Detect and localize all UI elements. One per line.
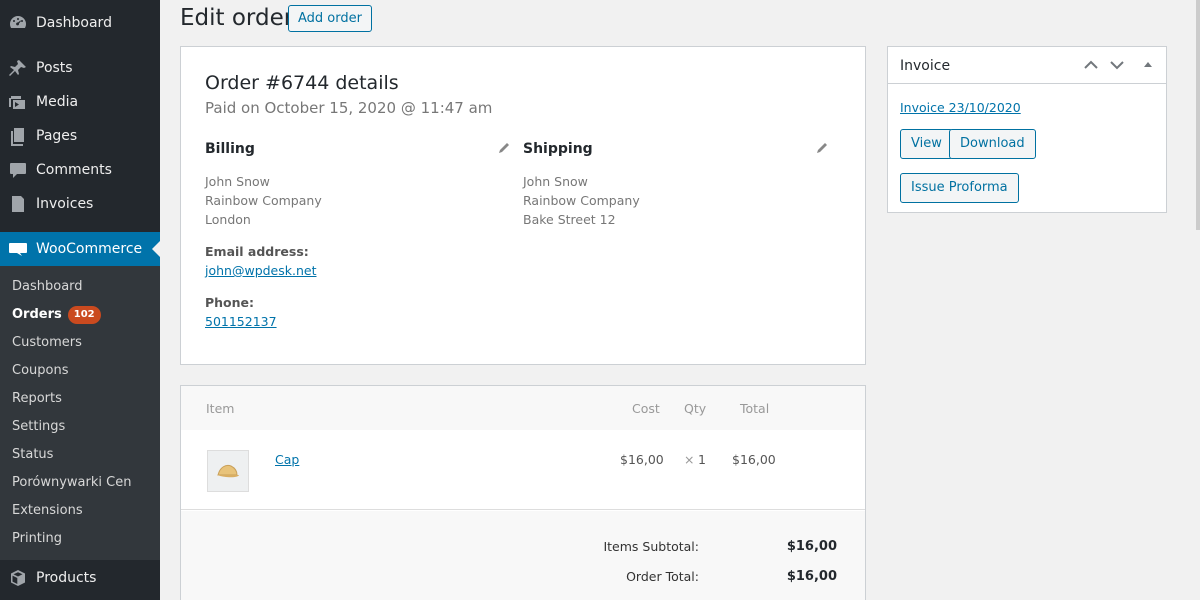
products-icon (0, 568, 36, 588)
submenu-customers[interactable]: Customers (12, 333, 82, 353)
submenu-porownywarki-cen[interactable]: Porównywarki Cen (12, 473, 131, 493)
item-name-link[interactable]: Cap (275, 452, 299, 467)
item-column-header: Item (206, 401, 235, 416)
invoice-metabox: Invoice Invoice 23/10/2020 View Download… (887, 46, 1167, 213)
order-details-panel: Order #6744 details Paid on October 15, … (180, 46, 866, 365)
submenu-dashboard-label: Dashboard (12, 279, 83, 294)
orders-count-badge: 102 (67, 306, 101, 324)
edit-billing-pencil-icon[interactable] (498, 139, 510, 153)
submenu-reports[interactable]: Reports (12, 389, 62, 409)
order-total-value: $16,00 (786, 569, 837, 584)
menu-posts[interactable]: Posts (0, 51, 160, 85)
menu-woocommerce[interactable]: WooCommerce (0, 232, 160, 266)
item-total: $16,00 (732, 452, 776, 467)
page-scrollbar[interactable] (1196, 0, 1200, 230)
order-heading: Order #6744 details (205, 72, 399, 94)
submenu-reports-label: Reports (12, 391, 62, 406)
dashboard-icon (0, 13, 36, 33)
product-thumbnail[interactable] (207, 450, 249, 492)
menu-woocommerce-label: WooCommerce (36, 241, 143, 257)
menu-products[interactable]: Products (0, 561, 160, 595)
toggle-panel-triangle-icon[interactable] (1140, 57, 1156, 73)
download-invoice-button[interactable]: Download (949, 129, 1036, 159)
menu-comments-label: Comments (36, 162, 112, 178)
cost-column-header: Cost (632, 401, 660, 416)
submenu-settings-label: Settings (12, 419, 66, 434)
item-cost: $16,00 (620, 452, 664, 467)
order-totals: Items Subtotal: $16,00 Order Total: $16,… (181, 511, 865, 600)
admin-sidebar: Dashboard Posts Media Pages Comments Inv… (0, 0, 160, 600)
items-subtotal-label: Items Subtotal: (603, 539, 699, 554)
submenu-customers-label: Customers (12, 335, 82, 350)
total-column-header: Total (740, 401, 770, 416)
invoice-metabox-header: Invoice (888, 47, 1166, 84)
shipping-name: John Snow (523, 174, 588, 189)
invoice-title: Invoice (900, 58, 951, 74)
edit-shipping-pencil-icon[interactable] (816, 139, 828, 153)
submenu-settings[interactable]: Settings (12, 417, 65, 437)
menu-invoices[interactable]: Invoices (0, 187, 160, 221)
submenu-dashboard[interactable]: Dashboard (12, 277, 83, 297)
page-title: Edit order (180, 5, 294, 31)
order-items-panel: Item Cost Qty Total Cap $16,00 × 1 $16,0… (180, 385, 866, 600)
menu-pages[interactable]: Pages (0, 119, 160, 153)
menu-posts-label: Posts (36, 60, 73, 76)
woocommerce-icon (0, 239, 36, 259)
submenu-status[interactable]: Status (12, 445, 53, 465)
billing-company: Rainbow Company (205, 193, 322, 208)
submenu-coupons-label: Coupons (12, 363, 69, 378)
menu-invoices-label: Invoices (36, 196, 94, 212)
shipping-title: Shipping (523, 141, 593, 157)
phone-link[interactable]: 501152137 (205, 314, 277, 329)
pin-icon (0, 58, 36, 78)
comments-icon (0, 160, 36, 180)
menu-dashboard-label: Dashboard (36, 15, 112, 31)
invoice-document-link[interactable]: Invoice 23/10/2020 (900, 100, 1021, 115)
item-qty-times: × (684, 452, 695, 467)
billing-city: London (205, 212, 251, 227)
issue-proforma-button[interactable]: Issue Proforma (900, 173, 1019, 203)
cap-image-icon (217, 464, 239, 478)
menu-products-label: Products (36, 570, 97, 586)
submenu-orders[interactable]: Orders 102 (12, 305, 101, 325)
order-total-label: Order Total: (626, 569, 699, 584)
billing-name: John Snow (205, 174, 270, 189)
billing-title: Billing (205, 141, 255, 157)
menu-pages-label: Pages (36, 128, 78, 144)
invoices-icon (0, 194, 36, 214)
add-order-button[interactable]: Add order (288, 5, 372, 32)
woocommerce-submenu: Dashboard Orders 102 Customers Coupons Re… (0, 266, 160, 560)
submenu-status-label: Status (12, 447, 54, 462)
items-subtotal-value: $16,00 (786, 539, 837, 554)
items-table-header: Item Cost Qty Total (181, 386, 865, 430)
submenu-printing[interactable]: Printing (12, 529, 62, 549)
phone-label: Phone: (205, 295, 255, 310)
order-paid-date: Paid on October 15, 2020 @ 11:47 am (205, 99, 493, 117)
menu-media-label: Media (36, 94, 79, 110)
submenu-extensions[interactable]: Extensions (12, 501, 83, 521)
move-down-chevron-icon[interactable] (1109, 57, 1125, 73)
item-qty: 1 (698, 452, 706, 467)
view-invoice-button[interactable]: View (900, 129, 953, 159)
submenu-printing-label: Printing (12, 531, 63, 546)
menu-comments[interactable]: Comments (0, 153, 160, 187)
pages-icon (0, 126, 36, 146)
table-row: Cap $16,00 × 1 $16,00 (181, 430, 865, 510)
submenu-porownywarki-cen-label: Porównywarki Cen (12, 475, 132, 490)
shipping-company: Rainbow Company (523, 193, 640, 208)
qty-column-header: Qty (684, 401, 707, 416)
media-icon (0, 92, 36, 112)
menu-dashboard[interactable]: Dashboard (0, 6, 160, 40)
submenu-orders-label: Orders (12, 307, 62, 322)
menu-media[interactable]: Media (0, 85, 160, 119)
email-link[interactable]: john@wpdesk.net (205, 263, 317, 278)
shipping-street: Bake Street 12 (523, 212, 616, 227)
move-up-chevron-icon[interactable] (1083, 57, 1099, 73)
submenu-extensions-label: Extensions (12, 503, 83, 518)
email-label: Email address: (205, 244, 309, 259)
submenu-coupons[interactable]: Coupons (12, 361, 69, 381)
